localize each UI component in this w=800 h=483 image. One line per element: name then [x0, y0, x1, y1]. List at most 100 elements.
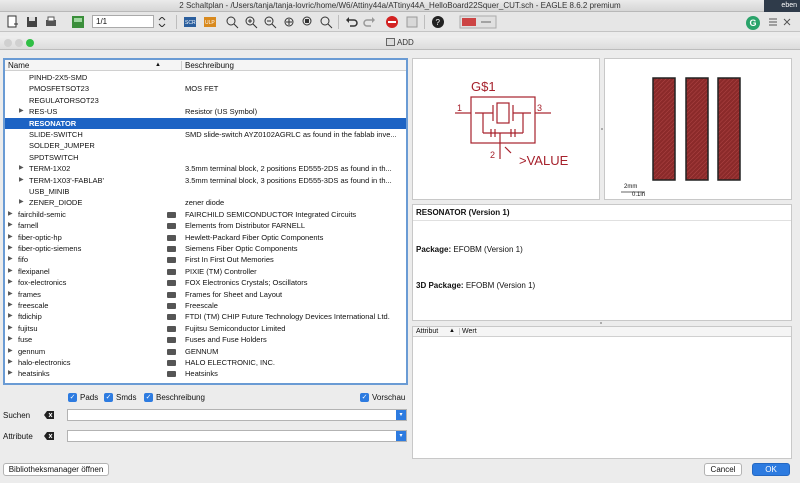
library-manager-button[interactable]: Bibliotheksmanager öffnen [3, 463, 109, 476]
device-title: RESONATOR (Version 1) [416, 208, 510, 217]
zoom-in-icon[interactable] [243, 14, 259, 30]
zoom-select-icon[interactable] [300, 14, 316, 30]
zoom-fit-icon[interactable] [224, 14, 240, 30]
item-description: 3.5mm terminal block, 2 positions ED555-… [185, 164, 392, 174]
list-item[interactable]: ▶ heatsinks Heatsinks [5, 368, 406, 379]
attribute-label: Attribute [3, 432, 33, 441]
new-file-icon[interactable] [4, 14, 20, 30]
expand-arrow-icon[interactable]: ▶ [19, 106, 24, 117]
help-icon[interactable]: ? [430, 14, 446, 30]
library-tree[interactable]: Name ▲ Beschreibung PINHD-2X5-SMD PMOSFET… [3, 58, 408, 385]
expand-arrow-icon[interactable]: ▶ [8, 311, 13, 322]
column-desc-header[interactable]: Beschreibung [181, 61, 234, 70]
close-icon[interactable] [782, 14, 792, 30]
list-item[interactable]: PINHD-2X5-SMD [5, 72, 406, 83]
smds-checkbox[interactable]: ✓ Smds [104, 393, 136, 402]
item-name: freescale [18, 301, 49, 310]
search-input[interactable]: ▾ [67, 409, 407, 421]
item-name: heatsinks [18, 369, 50, 379]
stop-icon[interactable] [384, 14, 400, 30]
expand-arrow-icon[interactable]: ▶ [8, 277, 13, 288]
expand-arrow-icon[interactable]: ▶ [8, 266, 13, 277]
list-item[interactable]: ▶ ftdichip FTDI (TM) CHIP Future Technolog… [5, 311, 406, 322]
zoom-area-icon[interactable] [318, 14, 334, 30]
expand-arrow-icon[interactable]: ▶ [8, 346, 13, 357]
menu-icon[interactable] [768, 14, 778, 30]
vorschau-checkbox[interactable]: ✓ Vorschau [360, 393, 405, 402]
redo-icon[interactable] [362, 14, 378, 30]
zoom-out-icon[interactable] [262, 14, 278, 30]
list-item[interactable]: SPDTSWITCH [5, 152, 406, 163]
pin-1-label: 1 [457, 103, 463, 113]
list-item[interactable]: ▶ halo-electronics HALO ELECTRONIC, INC. [5, 357, 406, 368]
cam-icon[interactable] [70, 14, 86, 30]
list-item[interactable]: PMOSFETSOT23 MOS FET [5, 83, 406, 94]
list-item[interactable]: RESONATOR [5, 117, 406, 129]
column-attribut[interactable]: Attribut [416, 328, 438, 335]
attribute-table[interactable]: Attribut ▲ Wert [412, 326, 792, 459]
list-item[interactable]: ▶ fiber-optic-siemens Siemens Fiber Optic … [5, 243, 406, 254]
column-name-header[interactable]: Name [8, 61, 29, 70]
expand-arrow-icon[interactable]: ▶ [8, 334, 13, 345]
undo-icon[interactable] [343, 14, 359, 30]
library-book-icon [167, 303, 176, 309]
list-item[interactable]: ▶ flexipanel PIXIE (TM) Controller [5, 266, 406, 277]
redraw-icon[interactable] [281, 14, 297, 30]
expand-arrow-icon[interactable]: ▶ [19, 197, 24, 208]
expand-arrow-icon[interactable]: ▶ [8, 368, 13, 379]
list-item[interactable]: USB_MINIB [5, 186, 406, 197]
expand-arrow-icon[interactable]: ▶ [8, 289, 13, 300]
sheet-selector[interactable]: 1/1 [92, 15, 154, 28]
item-description: SMD slide-switch AYZ0102AGRLC as found i… [185, 130, 397, 139]
symbol-name: G$1 [471, 79, 496, 94]
list-item[interactable]: ▶ fuse Fuses and Fuse Holders [5, 334, 406, 345]
expand-arrow-icon[interactable]: ▶ [8, 232, 13, 243]
value-label: >VALUE [519, 153, 569, 168]
expand-arrow-icon[interactable]: ▶ [8, 220, 13, 231]
save-icon[interactable] [24, 14, 40, 30]
list-item[interactable]: SLIDE-SWITCH SMD slide-switch AYZ0102AGRL… [5, 129, 406, 140]
list-item[interactable]: ▶ fifo First In First Out Memories [5, 254, 406, 265]
list-item[interactable]: ▶ TERM-1X03'-FABLAB' 3.5mm terminal block,… [5, 175, 406, 186]
item-name: TERM-1X03'-FABLAB' [29, 175, 104, 185]
print-icon[interactable] [43, 14, 59, 30]
ulp-icon[interactable]: ULP [202, 14, 218, 30]
list-item[interactable]: ▶ fox-electronics FOX Electronics Crystals… [5, 277, 406, 288]
list-item[interactable]: ▶ fiber-optic-hp Hewlett-Packard Fiber Opt… [5, 232, 406, 243]
script-icon[interactable]: SCR [182, 14, 198, 30]
list-item[interactable]: ▶ fairchild-semic FAIRCHILD SEMICONDUCTOR … [5, 209, 406, 220]
list-item[interactable]: ▶ TERM-1X02 3.5mm terminal block, 2 positi… [5, 163, 406, 174]
sheet-dropdown-icon[interactable] [157, 14, 167, 30]
attribute-input[interactable]: ▾ [67, 430, 407, 442]
expand-arrow-icon[interactable]: ▶ [8, 243, 13, 254]
column-wert[interactable]: Wert [459, 328, 477, 335]
expand-arrow-icon[interactable]: ▶ [8, 357, 13, 368]
cancel-button[interactable]: Cancel [704, 463, 742, 476]
sort-asc-icon[interactable]: ▲ [155, 62, 161, 68]
list-item[interactable]: ▶ frames Frames for Sheet and Layout [5, 289, 406, 300]
item-description: Fuses and Fuse Holders [185, 335, 267, 345]
expand-arrow-icon[interactable]: ▶ [19, 163, 24, 174]
expand-arrow-icon[interactable]: ▶ [8, 323, 13, 334]
clear-input-icon[interactable] [44, 411, 54, 419]
clear-input-icon[interactable] [44, 432, 54, 440]
fusion-sync-icon[interactable] [458, 14, 498, 30]
list-item[interactable]: ▶ RES-US Resistor (US Symbol) [5, 106, 406, 117]
list-item[interactable]: REGULATORSOT23 [5, 95, 406, 106]
grammarly-icon[interactable]: G [746, 16, 760, 30]
ok-button[interactable]: OK [752, 463, 790, 476]
go-icon[interactable] [404, 14, 420, 30]
expand-arrow-icon[interactable]: ▶ [8, 300, 13, 311]
list-item[interactable]: ▶ fujitsu Fujitsu Semiconductor Limited [5, 323, 406, 334]
expand-arrow-icon[interactable]: ▶ [8, 209, 13, 220]
list-item[interactable]: ▶ freescale Freescale [5, 300, 406, 311]
list-item[interactable]: SOLDER_JUMPER [5, 140, 406, 151]
beschreibung-checkbox[interactable]: ✓ Beschreibung [144, 393, 205, 402]
list-item[interactable]: ▶ ZENER_DIODE zener diode [5, 197, 406, 208]
sort-asc-icon[interactable]: ▲ [449, 328, 455, 334]
list-item[interactable]: ▶ farnell Elements from Distributor FARNEL… [5, 220, 406, 231]
expand-arrow-icon[interactable]: ▶ [19, 175, 24, 186]
pads-checkbox[interactable]: ✓ Pads [68, 393, 98, 402]
list-item[interactable]: ▶ gennum GENNUM [5, 346, 406, 357]
expand-arrow-icon[interactable]: ▶ [8, 254, 13, 265]
